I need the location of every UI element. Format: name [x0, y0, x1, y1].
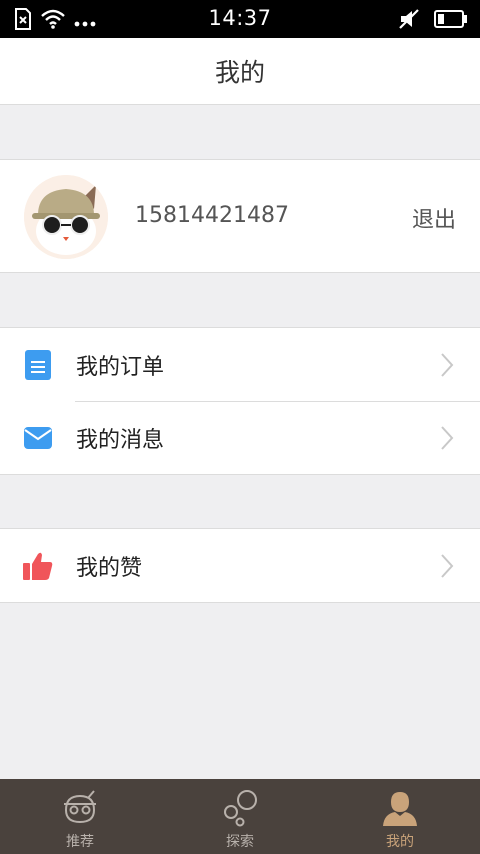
- tab-label: 我的: [386, 834, 414, 850]
- phone-number: 15814421487: [135, 203, 289, 228]
- tab-recommend[interactable]: 推荐: [0, 779, 160, 854]
- chevron-right-icon: [440, 425, 454, 451]
- tab-mine[interactable]: 我的: [320, 779, 480, 854]
- chevron-right-icon: [440, 352, 454, 378]
- mute-icon: [398, 8, 420, 34]
- cat-avatar-icon: [24, 175, 108, 259]
- page-title: 我的: [214, 58, 265, 87]
- profile-card: 15814421487 退出: [0, 159, 480, 273]
- tab-explore[interactable]: 探索: [160, 779, 320, 854]
- logout-button[interactable]: 退出: [412, 202, 456, 234]
- status-right-icons: [398, 8, 468, 34]
- menu-item-my-orders[interactable]: 我的订单: [0, 328, 480, 401]
- menu-item-label: 我的订单: [76, 354, 165, 380]
- thumbs-up-icon: [22, 550, 54, 582]
- menu-item-my-likes[interactable]: 我的赞: [0, 529, 480, 602]
- menu-item-label: 我的赞: [76, 555, 143, 581]
- tab-label: 探索: [226, 834, 254, 850]
- envelope-icon: [22, 422, 54, 454]
- status-bar: 14:37: [0, 0, 480, 38]
- person-icon: [378, 787, 422, 829]
- chevron-right-icon: [440, 553, 454, 579]
- menu-item-my-messages[interactable]: 我的消息: [0, 401, 480, 474]
- document-icon: [22, 349, 54, 381]
- battery-icon: [434, 10, 468, 32]
- menu-group-likes: 我的赞: [0, 528, 480, 603]
- menu-item-label: 我的消息: [76, 427, 165, 453]
- avatar[interactable]: [24, 175, 108, 259]
- menu-group-orders-messages: 我的订单 我的消息: [0, 327, 480, 475]
- tab-label: 推荐: [66, 834, 94, 850]
- cat-face-icon: [58, 787, 102, 829]
- bubbles-icon: [218, 787, 262, 829]
- title-bar: 我的: [0, 38, 480, 105]
- bottom-tab-bar: 推荐 探索 我的: [0, 779, 480, 854]
